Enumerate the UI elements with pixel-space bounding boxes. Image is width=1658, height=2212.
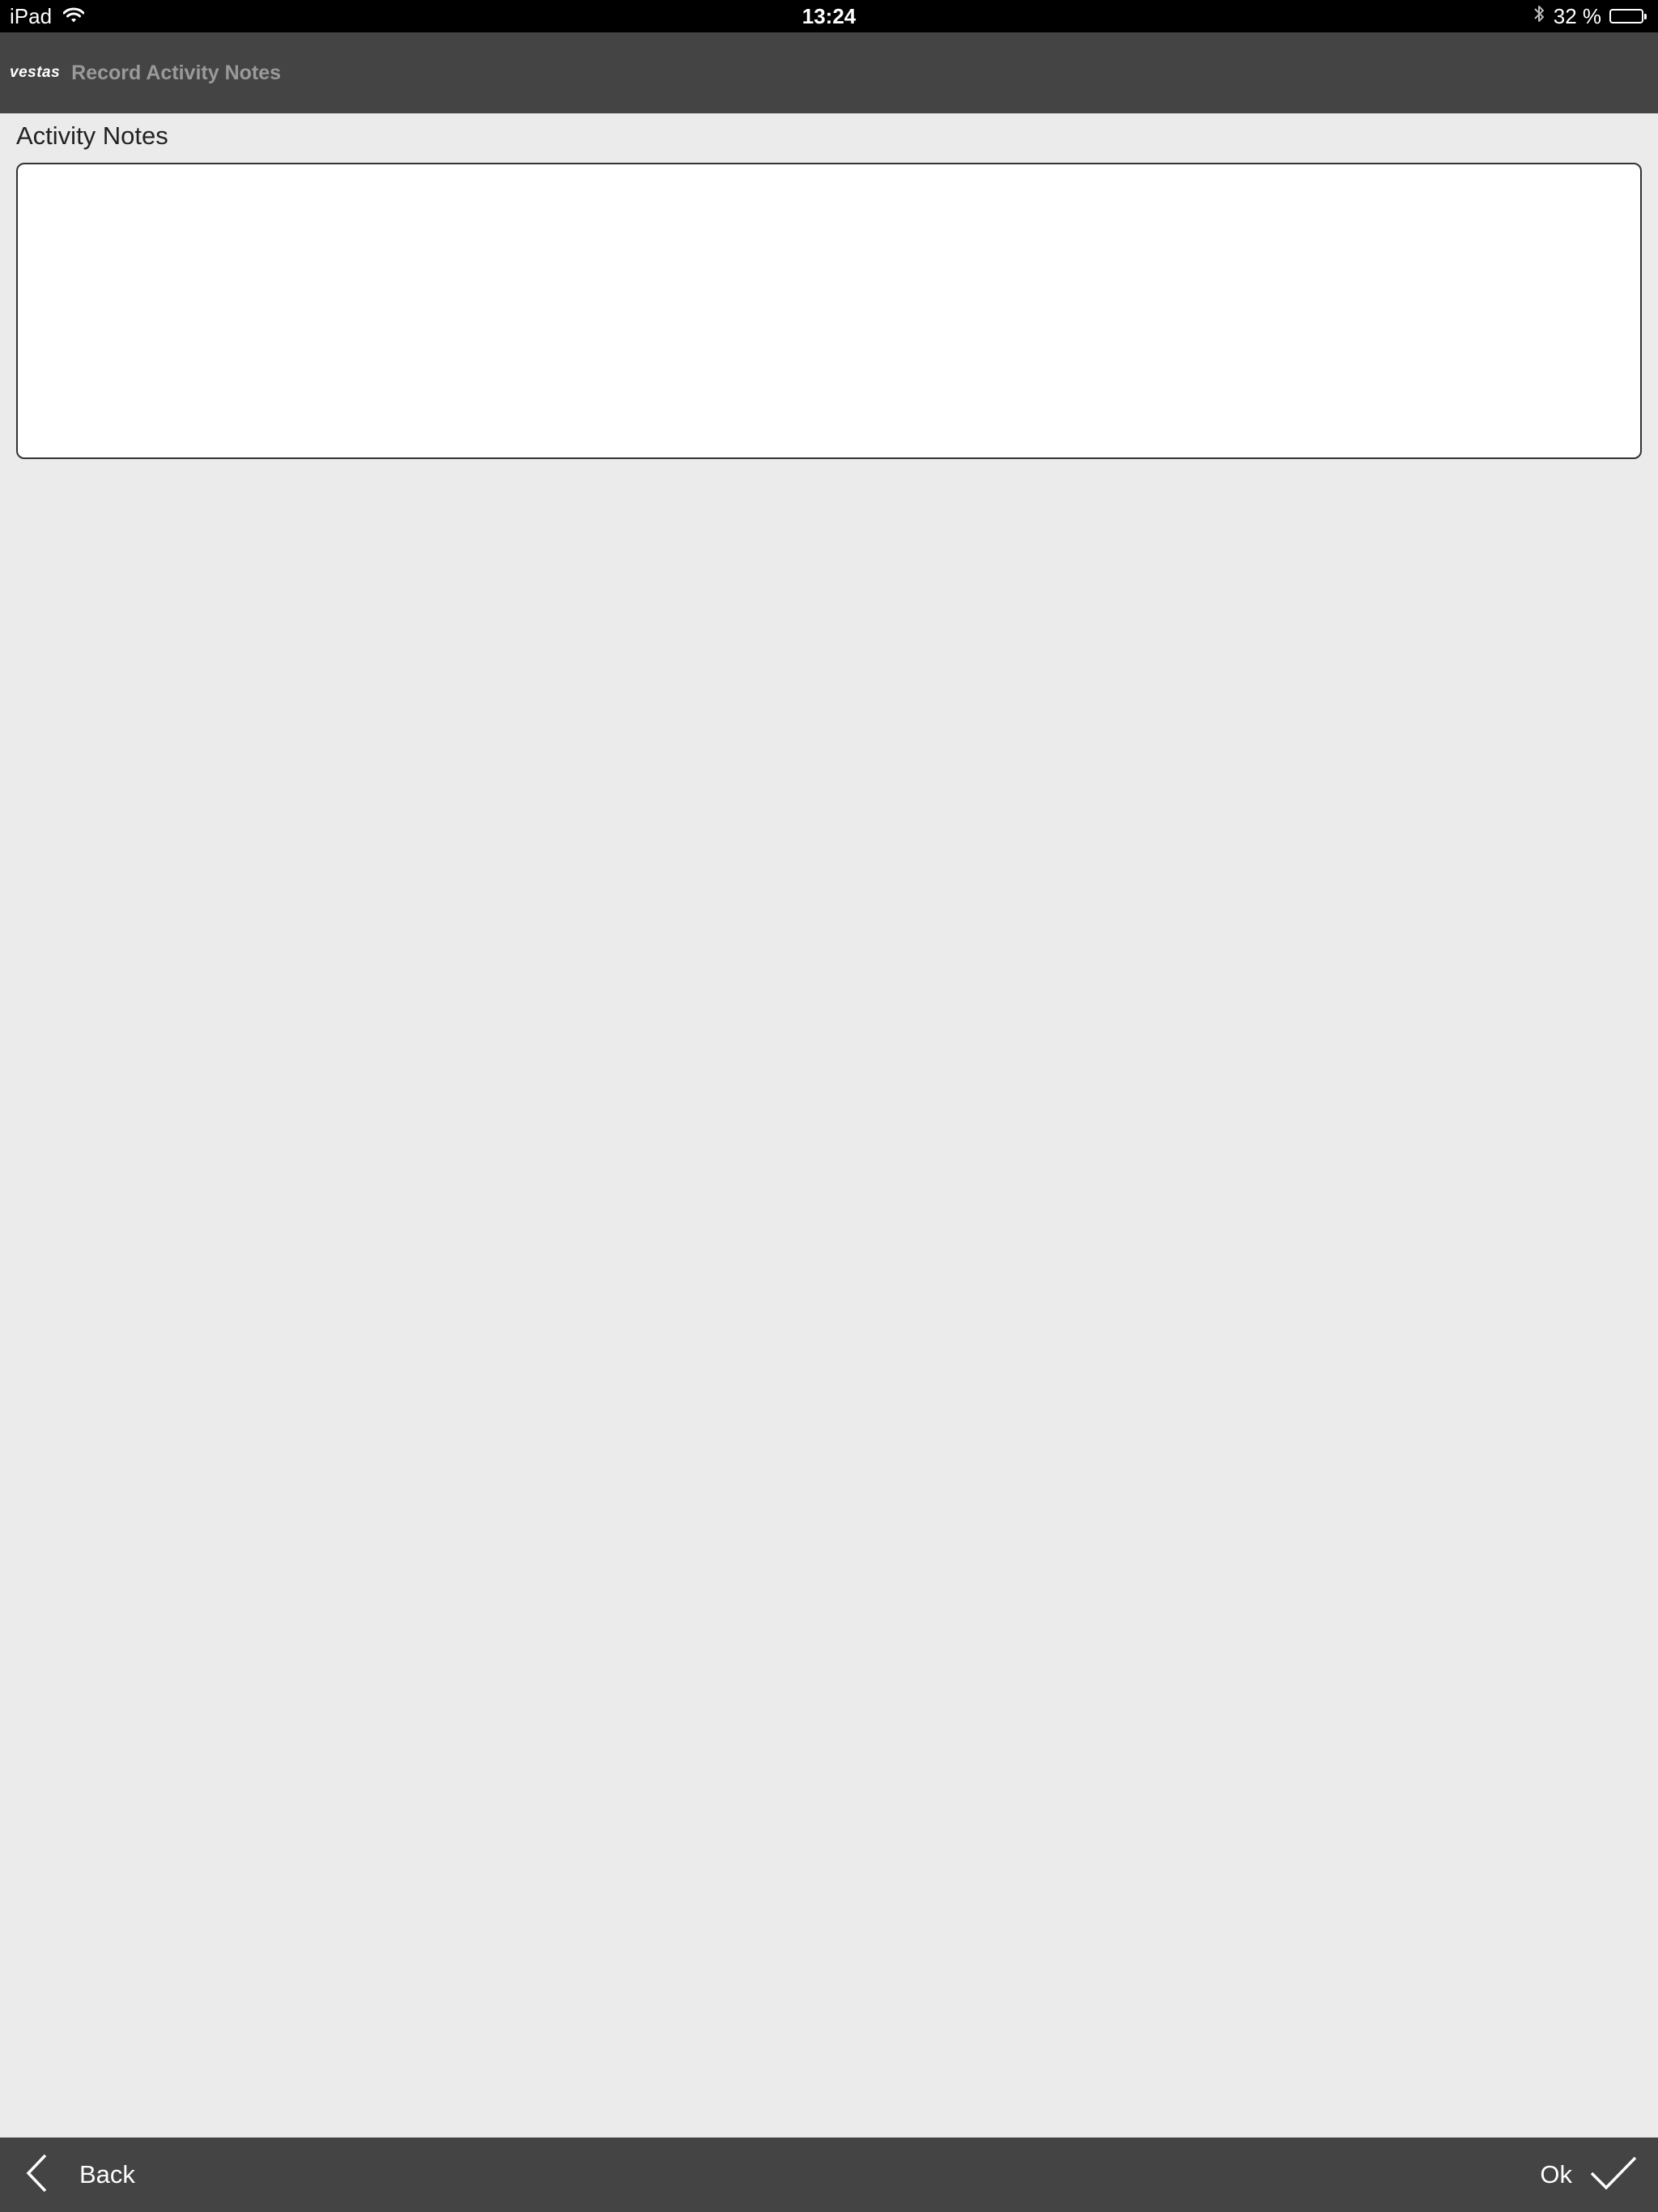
checkmark-icon [1590, 2155, 1637, 2195]
ok-button[interactable]: Ok [1540, 2138, 1637, 2212]
battery-percentage: 32 % [1553, 3, 1601, 28]
status-bar: iPad 13:24 32 % [0, 0, 1658, 32]
back-button[interactable]: Back [24, 2138, 135, 2212]
ok-label: Ok [1540, 2160, 1572, 2189]
back-label: Back [79, 2160, 135, 2189]
activity-notes-label: Activity Notes [16, 121, 168, 150]
page-title: Record Activity Notes [71, 61, 282, 84]
status-right-group: 32 % [1533, 0, 1647, 32]
vestas-logo: vestas [10, 64, 61, 81]
wifi-icon [62, 4, 85, 29]
activity-notes-input[interactable] [16, 163, 1642, 459]
battery-icon [1609, 9, 1647, 23]
bottom-toolbar: Back Ok [0, 2138, 1658, 2212]
device-name: iPad [10, 3, 53, 28]
bluetooth-icon [1533, 3, 1545, 30]
chevron-left-icon [24, 2153, 49, 2197]
status-time: 13:24 [801, 4, 857, 28]
nav-bar: vestas Record Activity Notes [0, 32, 1658, 113]
status-left-group: iPad [10, 0, 85, 32]
